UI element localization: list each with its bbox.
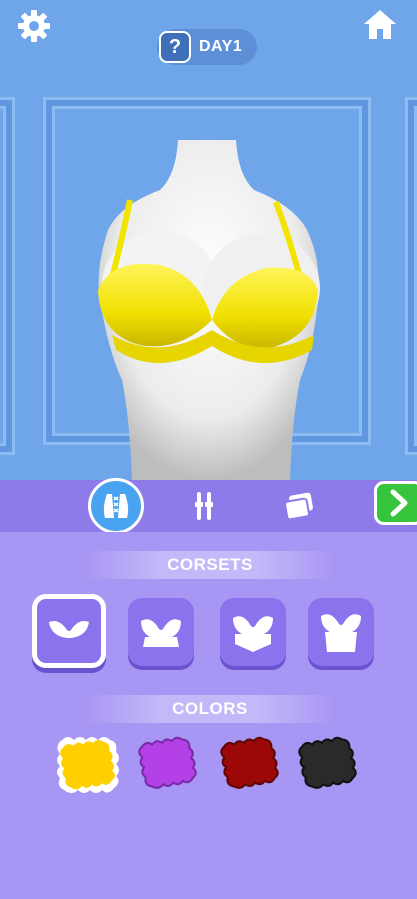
bra-style-1-icon bbox=[49, 621, 89, 638]
color-swatch-black[interactable] bbox=[294, 732, 364, 798]
day-label: DAY1 bbox=[199, 38, 243, 55]
straps-icon bbox=[195, 492, 213, 520]
dressing-scene bbox=[0, 0, 417, 480]
color-swatch-purple[interactable] bbox=[134, 732, 204, 798]
corset-option-3[interactable] bbox=[220, 598, 286, 666]
tab-straps[interactable] bbox=[186, 488, 222, 524]
settings-button[interactable] bbox=[14, 6, 54, 46]
bra-style-3-icon bbox=[233, 616, 273, 652]
color-swatch-red[interactable] bbox=[216, 732, 286, 798]
tab-corset[interactable] bbox=[88, 478, 144, 534]
fabric-icon bbox=[284, 492, 313, 521]
corsets-title: CORSETS bbox=[85, 551, 335, 579]
next-button[interactable] bbox=[374, 481, 417, 525]
bra-style-2-icon bbox=[141, 619, 181, 647]
help-button[interactable]: ? bbox=[159, 31, 191, 63]
bra-style-4-icon bbox=[321, 614, 361, 652]
chevron-right-icon bbox=[390, 489, 408, 517]
corset-option-2[interactable] bbox=[128, 598, 194, 666]
corset-option-4[interactable] bbox=[308, 598, 374, 666]
fabric-swatch-icon bbox=[220, 736, 279, 789]
color-swatch-yellow[interactable] bbox=[48, 728, 128, 804]
colors-title: COLORS bbox=[85, 695, 335, 723]
corset-option-1[interactable] bbox=[32, 594, 106, 668]
fabric-swatch-icon bbox=[57, 737, 119, 793]
home-button[interactable] bbox=[360, 4, 400, 44]
fabric-swatch-icon bbox=[138, 736, 197, 789]
home-icon bbox=[364, 10, 396, 39]
corset-icon bbox=[103, 494, 129, 518]
tab-fabric[interactable] bbox=[280, 488, 320, 524]
gear-icon bbox=[18, 10, 50, 42]
fabric-swatch-icon bbox=[298, 736, 357, 789]
mannequin bbox=[98, 140, 320, 480]
day-indicator: ? DAY1 bbox=[157, 29, 257, 65]
